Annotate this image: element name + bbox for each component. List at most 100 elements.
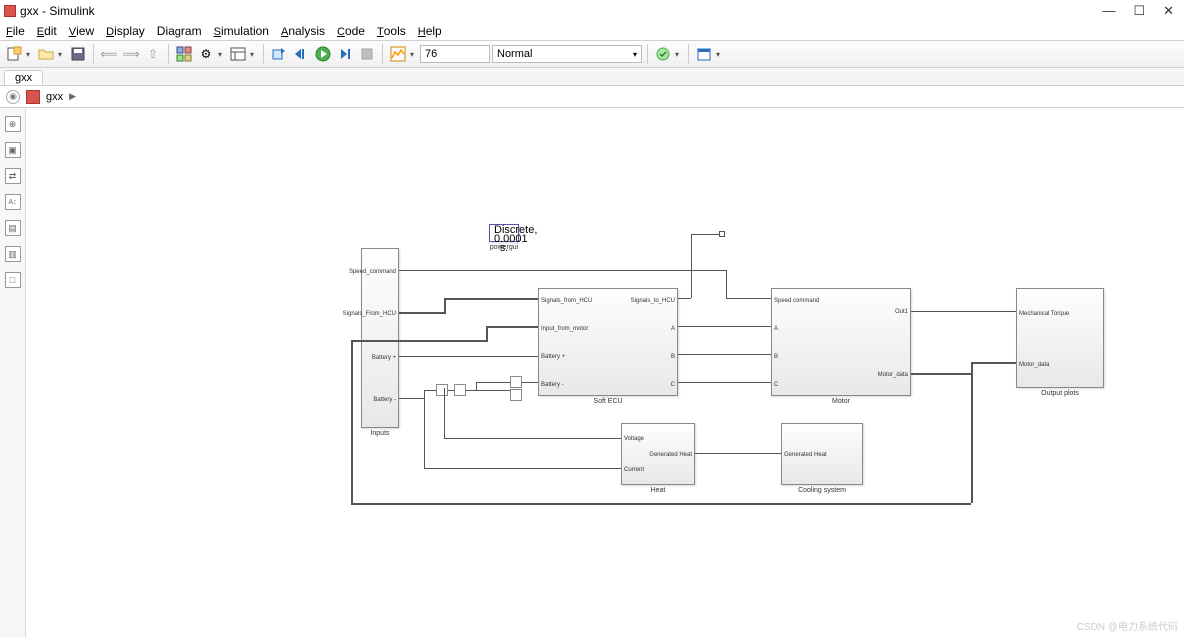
heat-in-voltage: Voltage [624, 436, 644, 442]
block-inputs[interactable]: Speed_command Signals_From_HCU Battery +… [361, 248, 399, 428]
wire [424, 390, 436, 391]
breadcrumb-row: ◉ gxx ▶ [0, 86, 1184, 108]
model-explorer-button[interactable] [228, 44, 248, 64]
forward-button[interactable]: ⟹ [121, 44, 141, 64]
wire [444, 388, 445, 438]
block-heat[interactable]: Voltage Current Generated Heat [621, 423, 695, 485]
schedule-button[interactable] [694, 44, 714, 64]
breadcrumb-model[interactable]: gxx [46, 91, 63, 103]
block-soft-ecu[interactable]: Signals_from_HCU Input_from_motor Batter… [538, 288, 678, 396]
stop-time-field[interactable] [420, 45, 490, 63]
wire [444, 438, 621, 439]
pm-connector-4[interactable] [510, 389, 522, 401]
menu-tools[interactable]: Tools [377, 24, 406, 38]
block-output-plots[interactable]: Mechanical Torque Motor_data [1016, 288, 1104, 388]
image-button[interactable]: ▥ [5, 246, 21, 262]
maximize-button[interactable]: ☐ [1133, 3, 1145, 19]
window-controls: — ☐ ✕ [1102, 3, 1180, 19]
new-dropdown[interactable]: ▾ [26, 50, 34, 59]
ecu-in-batt-p: Battery + [541, 354, 565, 360]
step-forward-button[interactable] [335, 44, 355, 64]
heat-out: Generated Heat [649, 452, 692, 458]
back-button[interactable]: ⟸ [99, 44, 119, 64]
wire [444, 298, 446, 314]
menu-analysis[interactable]: Analysis [281, 24, 325, 38]
wire [424, 398, 425, 468]
wire [399, 356, 538, 357]
ecu-in-batt-m: Battery - [541, 382, 564, 388]
wire [678, 326, 771, 327]
wire [678, 354, 771, 355]
menu-bar: File Edit View Display Diagram Simulatio… [0, 22, 1184, 40]
ecu-in-hcu: Signals_from_HCU [541, 298, 592, 304]
menu-simulation[interactable]: Simulation [214, 24, 269, 38]
tab-model[interactable]: gxx [4, 70, 43, 85]
wire [424, 468, 621, 469]
open-button[interactable] [36, 44, 56, 64]
model-icon [4, 5, 16, 17]
menu-file[interactable]: File [6, 24, 25, 38]
wire [466, 390, 510, 391]
canvas-palette: ⊕ ▣ ⇄ A↕ ▤ ▥ □ [0, 108, 26, 637]
annotation-button[interactable]: ▤ [5, 220, 21, 236]
breadcrumb-arrow-icon: ▶ [69, 91, 76, 102]
menu-view[interactable]: View [69, 24, 94, 38]
toggle-perspective-button[interactable]: ⇄ [5, 168, 21, 184]
block-powergui[interactable]: Discrete, 0.0001 s. [489, 224, 519, 242]
cooling-label: Cooling system [781, 487, 863, 494]
pm-connector-1[interactable] [436, 384, 448, 396]
wire [351, 340, 353, 503]
wire [444, 298, 538, 300]
fit-to-view-button[interactable]: ▣ [5, 142, 21, 158]
pm-connector-3[interactable] [510, 376, 522, 388]
pm-connector-2[interactable] [454, 384, 466, 396]
terminator-1[interactable] [719, 231, 725, 237]
ecu-out-hcu: Signals_to_HCU [631, 298, 675, 304]
area-button[interactable]: □ [5, 272, 21, 288]
tab-strip: gxx [0, 68, 1184, 86]
wire [691, 234, 692, 298]
wire [351, 503, 971, 505]
save-button[interactable] [68, 44, 88, 64]
zoom-fit-button[interactable]: ⊕ [5, 116, 21, 132]
window-title: gxx - Simulink [20, 4, 95, 18]
menu-diagram[interactable]: Diagram [157, 24, 202, 38]
wire [476, 382, 477, 390]
config-dropdown[interactable]: ▾ [218, 50, 226, 59]
step-back-button[interactable] [291, 44, 311, 64]
wire [351, 340, 486, 342]
ecu-in-motor: Input_from_motor [541, 326, 588, 332]
menu-code[interactable]: Code [337, 24, 365, 38]
toolbar: ▾ ▾ ⟸ ⟹ ⇧ ⚙▾ ▾ ▾ Normal▾ ▾ ▾ [0, 40, 1184, 68]
schedule-dropdown[interactable]: ▾ [716, 50, 724, 59]
wire [448, 390, 454, 391]
model-config-button[interactable]: ⚙ [196, 44, 216, 64]
close-button[interactable]: ✕ [1163, 3, 1174, 19]
menu-display[interactable]: Display [106, 24, 145, 38]
run-button[interactable] [313, 44, 333, 64]
menu-help[interactable]: Help [418, 24, 442, 38]
sample-time-button[interactable]: A↕ [5, 194, 21, 210]
explorer-dropdown[interactable]: ▾ [250, 50, 258, 59]
new-model-button[interactable] [4, 44, 24, 64]
ecu-out-b: B [671, 354, 675, 360]
build-button[interactable] [653, 44, 673, 64]
update-diagram-button[interactable] [269, 44, 289, 64]
model-canvas[interactable]: Discrete, 0.0001 s. powergui Speed_comma… [26, 108, 1184, 637]
wire [971, 362, 1016, 364]
inspector-dropdown[interactable]: ▾ [410, 50, 418, 59]
stop-button[interactable] [357, 44, 377, 64]
open-dropdown[interactable]: ▾ [58, 50, 66, 59]
library-browser-button[interactable] [174, 44, 194, 64]
data-inspector-button[interactable] [388, 44, 408, 64]
build-dropdown[interactable]: ▾ [675, 50, 683, 59]
up-button[interactable]: ⇧ [143, 44, 163, 64]
nav-back-button[interactable]: ◉ [6, 90, 20, 104]
menu-edit[interactable]: Edit [37, 24, 57, 38]
motor-in-b: B [774, 354, 778, 360]
block-cooling[interactable]: Generated Heat [781, 423, 863, 485]
minimize-button[interactable]: — [1102, 3, 1115, 19]
wire [399, 398, 424, 399]
block-motor[interactable]: Speed command A B C Out1 Motor_data [771, 288, 911, 396]
simulation-mode-select[interactable]: Normal▾ [492, 45, 642, 63]
